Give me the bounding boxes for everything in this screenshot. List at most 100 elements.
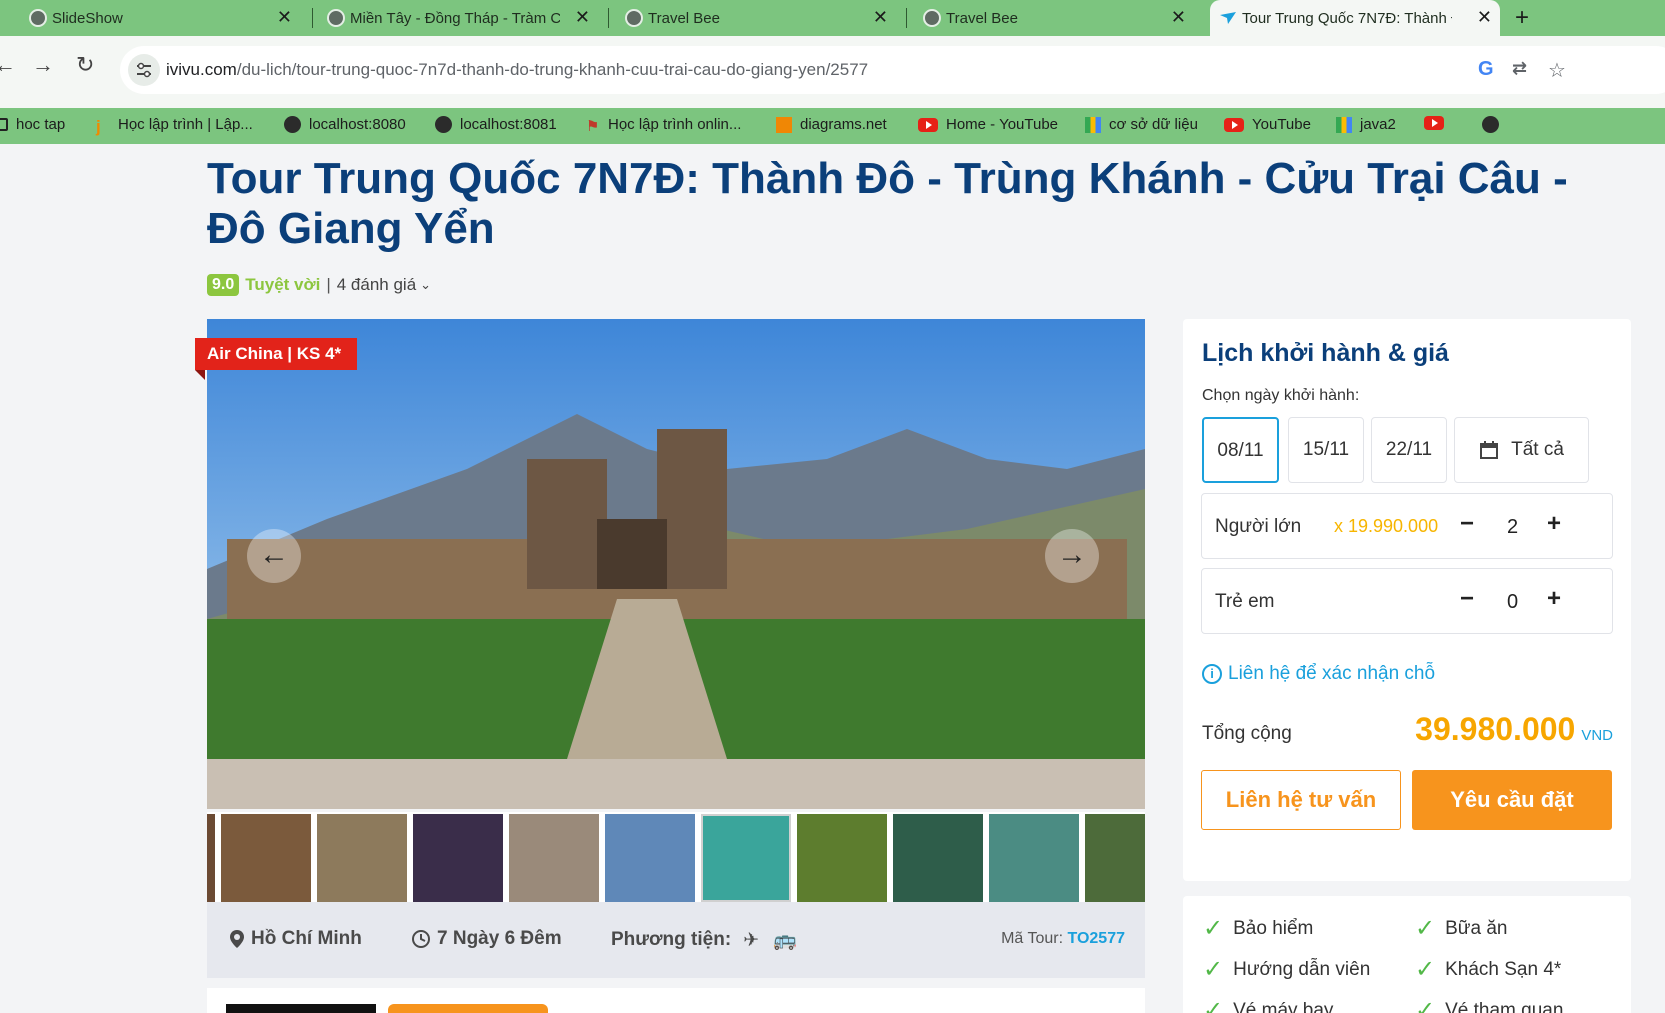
bus-icon: 🚌 xyxy=(773,930,797,951)
close-icon[interactable]: ✕ xyxy=(1171,8,1186,26)
bookmark-java2[interactable]: java2 xyxy=(1336,116,1396,133)
check-icon: ✓ xyxy=(1203,997,1224,1013)
folder-icon xyxy=(0,118,8,131)
include-meals: ✓ Bữa ăn xyxy=(1415,915,1508,942)
tab-mien-tay[interactable]: Miền Tây - Đồng Tháp - Tràm Chim ✕ xyxy=(318,0,598,36)
rating-word: Tuyệt vời xyxy=(245,275,321,294)
book-request-button[interactable]: Yêu cầu đặt xyxy=(1412,770,1612,830)
back-arrow-icon[interactable]: ← xyxy=(0,52,16,78)
new-tab-button[interactable]: + xyxy=(1515,4,1529,32)
close-icon[interactable]: ✕ xyxy=(1477,8,1492,26)
total-label: Tổng cộng xyxy=(1202,723,1292,744)
globe-icon xyxy=(1482,116,1499,133)
google-icon[interactable]: G xyxy=(1478,58,1494,81)
date-option-2211[interactable]: 22/11 xyxy=(1371,417,1447,483)
check-icon: ✓ xyxy=(1203,915,1224,942)
rating-summary[interactable]: 9.0 Tuyệt vời | 4 đánh giá ⌄ xyxy=(207,274,431,296)
bookmark-youtube[interactable]: YouTube xyxy=(1224,116,1311,133)
flag-icon: ⚑ xyxy=(586,117,600,135)
departure-info: Hồ Chí Minh xyxy=(229,928,362,950)
consult-button[interactable]: Liên hệ tư vấn xyxy=(1201,770,1401,830)
all-dates-button[interactable]: Tất cả xyxy=(1454,417,1589,483)
review-count[interactable]: 4 đánh giá xyxy=(337,275,416,295)
close-icon[interactable]: ✕ xyxy=(873,8,888,26)
thumbnail-7[interactable] xyxy=(701,814,791,902)
globe-icon xyxy=(327,9,345,27)
thumbnail-6[interactable] xyxy=(605,814,695,902)
site-info-icon[interactable] xyxy=(128,54,160,86)
tour-main-photo: ← → xyxy=(207,319,1145,809)
next-photo-arrow-icon[interactable]: → xyxy=(1045,529,1099,583)
globe-icon xyxy=(923,9,941,27)
adult-minus-button[interactable]: − xyxy=(1460,510,1474,538)
date-option-0811[interactable]: 08/11 xyxy=(1202,417,1279,483)
adult-quantity-row: Người lớn x 19.990.000 − 2 + xyxy=(1201,493,1613,559)
tab-travel-bee-1[interactable]: Travel Bee ✕ xyxy=(616,0,896,36)
thumbnail-5[interactable] xyxy=(509,814,599,902)
close-icon[interactable]: ✕ xyxy=(575,8,590,26)
url-text[interactable]: ivivu.com/du-lich/tour-trung-quoc-7n7d-t… xyxy=(166,60,868,80)
check-icon: ✓ xyxy=(1415,915,1436,942)
chevron-down-icon[interactable]: ⌄ xyxy=(420,277,431,293)
info-icon: i xyxy=(1202,664,1222,684)
tab-divider xyxy=(608,8,609,28)
thumbnail-2[interactable] xyxy=(221,814,311,902)
plane-favicon-icon xyxy=(1219,9,1237,27)
bookmark-localhost-8081[interactable]: localhost:8081 xyxy=(435,116,557,133)
contact-confirm-link[interactable]: i Liên hệ để xác nhận chỗ xyxy=(1202,663,1435,685)
diagrams-icon xyxy=(776,116,792,133)
tour-code: Mã Tour: TO2577 xyxy=(1001,930,1125,947)
include-hotel: ✓ Khách Sạn 4* xyxy=(1415,956,1562,983)
globe-icon xyxy=(625,9,643,27)
child-quantity-row: Trẻ em − 0 + xyxy=(1201,568,1613,634)
includes-card: ✓ Bảo hiểm ✓ Bữa ăn ✓ Hướng dẫn viên ✓ Khách… xyxy=(1183,896,1631,1013)
close-icon[interactable]: ✕ xyxy=(277,8,292,26)
booking-title: Lịch khởi hành & giá xyxy=(1202,339,1449,367)
thumbnail-10[interactable] xyxy=(989,814,1079,902)
thumbnail-9[interactable] xyxy=(893,814,983,902)
star-bookmark-icon[interactable]: ☆ xyxy=(1548,58,1566,83)
adult-plus-button[interactable]: + xyxy=(1547,510,1561,538)
tab-slideshow[interactable]: SlideShow ✕ xyxy=(20,0,300,36)
thumbnail-4[interactable] xyxy=(413,814,503,902)
tab-tour-trung-quoc[interactable]: Tour Trung Quốc 7N7Đ: Thành Đô ✕ xyxy=(1210,0,1500,36)
omnibox[interactable]: ivivu.com/du-lich/tour-trung-quoc-7n7d-t… xyxy=(120,46,1665,94)
child-plus-button[interactable]: + xyxy=(1547,585,1561,613)
youtube-icon xyxy=(1424,116,1444,130)
bookmark-home-youtube[interactable]: Home - YouTube xyxy=(918,116,1058,133)
below-orange-tab[interactable] xyxy=(388,1004,548,1013)
transport-info: Phương tiện: ✈ 🚌 xyxy=(611,929,797,951)
database-icon xyxy=(1336,116,1352,133)
database-icon xyxy=(1085,116,1101,133)
bookmark-globe[interactable] xyxy=(1482,116,1507,133)
bookmark-youtube-2[interactable] xyxy=(1424,116,1452,130)
bookmark-co-so-du-lieu[interactable]: cơ sở dữ liệu xyxy=(1085,116,1198,133)
reload-icon[interactable]: ↻ xyxy=(76,52,94,78)
bookmark-hoc-lap-trinh-online[interactable]: ⚑ Học lập trình onlin... xyxy=(586,116,741,135)
forward-arrow-icon[interactable]: → xyxy=(32,52,54,78)
thumbnail-1[interactable] xyxy=(207,814,215,902)
page-content: Tour Trung Quốc 7N7Đ: Thành Đô - Trùng K… xyxy=(0,144,1665,1013)
adult-price: x 19.990.000 xyxy=(1334,516,1439,536)
tour-info-bar: Hồ Chí Minh 7 Ngày 6 Đêm Phương tiện: ✈ … xyxy=(207,902,1145,978)
calendar-icon xyxy=(1480,441,1499,459)
thumbnail-11[interactable] xyxy=(1085,814,1145,902)
rating-score: 9.0 xyxy=(207,274,240,296)
thumbnail-8[interactable] xyxy=(797,814,887,902)
tab-divider xyxy=(906,8,907,28)
bookmark-hoc-lap-trinh[interactable]: j Học lập trình | Lập... xyxy=(96,116,253,136)
child-minus-button[interactable]: − xyxy=(1460,585,1474,613)
choose-date-label: Chọn ngày khởi hành: xyxy=(1202,387,1360,404)
bookmark-localhost-8080[interactable]: localhost:8080 xyxy=(284,116,406,133)
include-tickets: ✓ Vé tham quan xyxy=(1415,996,1563,1013)
prev-photo-arrow-icon[interactable]: ← xyxy=(247,529,301,583)
globe-icon xyxy=(435,116,452,133)
thumbnail-3[interactable] xyxy=(317,814,407,902)
booking-card: Lịch khởi hành & giá Chọn ngày khởi hành… xyxy=(1183,319,1631,881)
duration-info: 7 Ngày 6 Đêm xyxy=(411,928,562,950)
bookmark-hoc-tap[interactable]: hoc tap xyxy=(0,116,65,133)
bookmark-diagrams[interactable]: diagrams.net xyxy=(776,116,887,133)
date-option-1511[interactable]: 15/11 xyxy=(1288,417,1364,483)
translate-icon[interactable]: ⇄ xyxy=(1512,58,1527,79)
tab-travel-bee-2[interactable]: Travel Bee ✕ xyxy=(914,0,1194,36)
